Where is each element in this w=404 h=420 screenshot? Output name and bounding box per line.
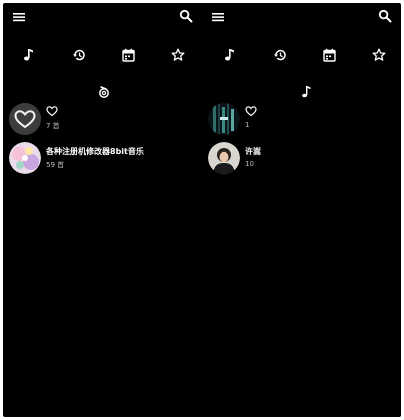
- playlist-title: 许嵩: [245, 147, 261, 156]
- heart-icon: [46, 105, 58, 117]
- music-note-icon: [300, 85, 314, 99]
- app-window: 7 首 各种注册机修改器8bit音乐 59 首 1 许嵩 10: [3, 3, 401, 417]
- playlist-item-favorites[interactable]: 7 首: [3, 103, 202, 137]
- tab-bar: [202, 45, 401, 65]
- calendar-icon: [322, 48, 336, 62]
- tab-calendar[interactable]: [319, 45, 339, 65]
- left-pane: 7 首 各种注册机修改器8bit音乐 59 首: [3, 3, 202, 417]
- tab-history[interactable]: [270, 45, 290, 65]
- right-pane: 1 许嵩 10: [202, 3, 401, 417]
- search-icon[interactable]: [378, 9, 392, 23]
- top-app-bar: [3, 3, 202, 31]
- star-icon: [372, 48, 386, 62]
- search-icon[interactable]: [179, 9, 193, 23]
- playlist-cover: [9, 142, 41, 174]
- tab-calendar[interactable]: [118, 45, 138, 65]
- playlist-song-count: 10: [245, 160, 254, 168]
- playlist-title: 各种注册机修改器8bit音乐: [46, 147, 144, 156]
- hashtag-spiral-icon: [97, 85, 111, 99]
- tab-favorites[interactable]: [168, 45, 188, 65]
- star-icon: [171, 48, 185, 62]
- playlist-cover: [9, 103, 41, 135]
- tab-songs[interactable]: [219, 45, 239, 65]
- tab-bar: [3, 45, 202, 65]
- playlist-cover: [208, 103, 240, 135]
- tab-history[interactable]: [69, 45, 89, 65]
- playlist-item-8bit[interactable]: 各种注册机修改器8bit音乐 59 首: [3, 142, 202, 176]
- calendar-icon: [121, 48, 135, 62]
- playlist-song-count: 59 首: [46, 161, 65, 169]
- playlist-song-count: 7 首: [46, 122, 60, 130]
- history-icon: [273, 48, 287, 62]
- tab-favorites[interactable]: [369, 45, 389, 65]
- playlist-item-favorites[interactable]: 1: [202, 103, 401, 137]
- playlist-item-xusong[interactable]: 许嵩 10: [202, 142, 401, 176]
- playlist-song-count: 1: [245, 121, 250, 129]
- history-icon: [72, 48, 86, 62]
- music-note-icon: [22, 48, 34, 62]
- heart-icon: [245, 105, 257, 117]
- music-note-icon: [223, 48, 235, 62]
- playlist-cover: [208, 142, 240, 174]
- menu-icon[interactable]: [211, 10, 225, 24]
- tab-songs[interactable]: [18, 45, 38, 65]
- top-app-bar: [202, 3, 401, 31]
- menu-icon[interactable]: [12, 10, 26, 24]
